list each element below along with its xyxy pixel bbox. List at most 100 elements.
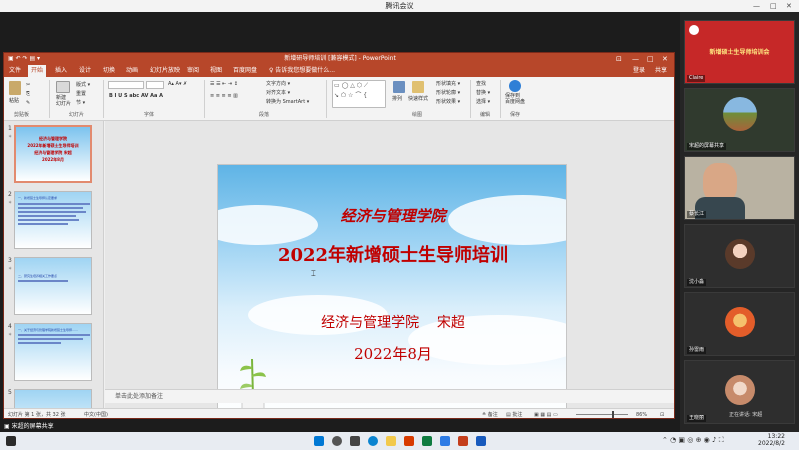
quick-access-toolbar[interactable]: ▣ ↶ ↷ ▤ ▾	[8, 53, 40, 65]
thumb-line: 一、新增硕士生导师认定要求	[18, 196, 58, 200]
maximize-icon[interactable]: □	[770, 0, 777, 12]
thumb-line: 2022年新增硕士生导师培训	[27, 143, 79, 148]
powerpoint-window-icon[interactable]	[458, 436, 468, 446]
ppt-close-icon[interactable]: ✕	[662, 53, 668, 65]
tab-animations[interactable]: 动画	[123, 65, 141, 77]
font-name-select[interactable]	[108, 81, 144, 89]
select-button[interactable]: 选择 ▾	[476, 98, 490, 105]
slide-thumbnail[interactable]: 经济与管理学院 2022年新增硕士生导师培训 经济与管理学院 宋超 2022年8…	[14, 125, 92, 183]
tab-home[interactable]: 开始	[28, 65, 47, 77]
ppt-minimize-icon[interactable]: —	[632, 53, 639, 65]
start-icon[interactable]	[314, 436, 324, 446]
participant-name: 王晓丽	[687, 415, 707, 422]
tab-view[interactable]: 视图	[207, 65, 225, 77]
save-to-netdisk-button[interactable]: 保存到 百度网盘	[505, 93, 525, 105]
ppt-maximize-icon[interactable]: □	[647, 53, 654, 65]
font-size-select[interactable]	[146, 81, 164, 89]
font-style-buttons[interactable]: B I U S abc AV Aa A	[109, 93, 163, 99]
new-slide-button[interactable]: 新建 幻灯片	[56, 95, 71, 107]
participant-tile[interactable]: 王晓丽 正在讲话: 宋超	[684, 360, 795, 424]
excel-taskbar-icon[interactable]	[422, 436, 432, 446]
notes-toggle[interactable]: ≙ 备注	[482, 409, 498, 418]
tab-slideshow[interactable]: 幻灯片放映	[147, 65, 183, 77]
participant-tile[interactable]: 孙雷雨	[684, 292, 795, 356]
participant-name: Claire	[687, 75, 706, 82]
close-icon[interactable]: ✕	[786, 0, 792, 12]
convert-smartart-button[interactable]: 转换为 SmartArt ▾	[266, 98, 309, 105]
zoom-slider-thumb[interactable]	[612, 411, 614, 418]
arrange-button[interactable]: 排列	[392, 95, 402, 102]
quick-styles-button[interactable]: 快速样式	[408, 95, 428, 102]
tab-transitions[interactable]: 切换	[100, 65, 118, 77]
participant-tile[interactable]: 沈小淼	[684, 224, 795, 288]
group-label-slides: 幻灯片	[69, 112, 85, 118]
tab-review[interactable]: 审阅	[184, 65, 202, 77]
edge-icon[interactable]	[368, 436, 378, 446]
copy-icon[interactable]: ⎘	[26, 91, 30, 97]
share-button[interactable]: 共享	[652, 65, 670, 77]
section-button[interactable]: 节 ▾	[76, 99, 85, 106]
layout-button[interactable]: 版式 ▾	[76, 81, 90, 88]
format-painter-icon[interactable]: ✎	[26, 100, 30, 106]
find-button[interactable]: 查找	[476, 80, 486, 87]
participant-tile[interactable]: 蔡长江	[684, 156, 795, 220]
participant-tile[interactable]: 宋超的屏幕共享	[684, 88, 795, 152]
powerpoint-taskbar-icon[interactable]	[404, 436, 414, 446]
tray-icons[interactable]: ⌃ ◔ ▣ ◎ ⊕ ◉ ♪ ⛶	[662, 436, 724, 445]
zoom-level[interactable]: 86%	[636, 409, 647, 418]
participant-tile[interactable]: 新增硕士生导师培训会 Claire	[684, 20, 795, 84]
quick-styles-icon[interactable]	[412, 81, 424, 93]
tab-file[interactable]: 文件	[6, 65, 24, 77]
widgets-icon[interactable]	[6, 436, 16, 446]
word-taskbar-icon[interactable]	[476, 436, 486, 446]
paste-icon[interactable]	[9, 81, 21, 95]
slide-thumbnail[interactable]: 二、研究生培养相关工作要点	[14, 257, 92, 315]
align-buttons[interactable]: ≡ ≡ ≡ ≡ ▥	[210, 93, 238, 99]
tab-insert[interactable]: 插入	[52, 65, 70, 77]
tencent-meeting-icon[interactable]	[440, 436, 450, 446]
align-text-button[interactable]: 对齐文本 ▾	[266, 89, 290, 96]
file-explorer-icon[interactable]	[386, 436, 396, 446]
zoom-slider[interactable]	[576, 411, 628, 418]
sign-in-link[interactable]: 登录	[630, 65, 648, 77]
minimize-icon[interactable]: —	[753, 0, 760, 12]
speaking-indicator: 正在讲话: 宋超	[729, 412, 763, 418]
increase-font-icon[interactable]: A▴ A▾ ✗	[168, 81, 187, 87]
shapes-icons[interactable]: ▭ ◯ △ ⬡ ⟋ ↘ ⬠ ☆ ⌒ {	[334, 82, 368, 99]
search-icon[interactable]	[332, 436, 342, 446]
slide-thumbnail[interactable]: 一、新增硕士生导师认定要求	[14, 191, 92, 249]
new-slide-icon[interactable]	[56, 81, 70, 93]
notes-pane[interactable]: 单击此处添加备注	[105, 389, 674, 403]
tell-me-search[interactable]: ♀ 告诉我您想要做什么...	[266, 65, 338, 77]
task-view-icon[interactable]	[350, 436, 360, 446]
ribbon-display-icon[interactable]: ⊡	[616, 53, 622, 65]
group-label-font: 字体	[144, 112, 155, 118]
text-direction-button[interactable]: 文字方向 ▾	[266, 80, 290, 87]
powerpoint-window: ▣ ↶ ↷ ▤ ▾ 新增研导师培训 [兼容模式] - PowerPoint ⊡ …	[3, 52, 675, 419]
clock[interactable]: 13:22 2022/8/2	[758, 433, 785, 447]
reset-button[interactable]: 重置	[76, 90, 86, 97]
cut-icon[interactable]: ✂	[26, 82, 30, 88]
comments-toggle[interactable]: ▤ 批注	[506, 409, 522, 418]
tab-baidu-netdisk[interactable]: 百度网盘	[230, 65, 260, 77]
shape-effects-button[interactable]: 形状效果 ▾	[436, 98, 460, 105]
replace-button[interactable]: 替换 ▾	[476, 89, 490, 96]
slide-thumbnail[interactable]: 一、关于经济与管理学院新增硕士生导师……	[14, 323, 92, 381]
baidu-netdisk-icon[interactable]	[509, 80, 521, 92]
ppt-titlebar: ▣ ↶ ↷ ▤ ▾ 新增研导师培训 [兼容模式] - PowerPoint ⊡ …	[4, 53, 674, 65]
thumb-animation-icon: ✶	[8, 134, 13, 140]
fit-to-window-icon[interactable]: ⊡	[660, 409, 664, 418]
paste-button[interactable]: 粘贴	[9, 97, 19, 104]
list-buttons[interactable]: ☰ ☰ ⇤ ⇥ ↕	[210, 81, 238, 87]
ribbon-divider	[470, 80, 471, 118]
participant-name: 孙雷雨	[687, 347, 707, 354]
current-slide[interactable]: 经济与管理学院 2022年新增硕士生导师培训 经济与管理学院 宋超 2022年8…	[217, 164, 567, 418]
tab-design[interactable]: 设计	[76, 65, 94, 77]
slide-thumbnail-pane: 1 ✶ 经济与管理学院 2022年新增硕士生导师培训 经济与管理学院 宋超 20…	[4, 121, 104, 408]
shape-fill-button[interactable]: 形状填充 ▾	[436, 80, 460, 87]
arrange-icon[interactable]	[393, 81, 405, 93]
slide-thumbnail[interactable]	[14, 389, 92, 408]
view-buttons[interactable]: ▣ ▦ ▤ ▭	[534, 409, 558, 418]
ribbon-divider	[49, 80, 50, 118]
shape-outline-button[interactable]: 形状轮廓 ▾	[436, 89, 460, 96]
